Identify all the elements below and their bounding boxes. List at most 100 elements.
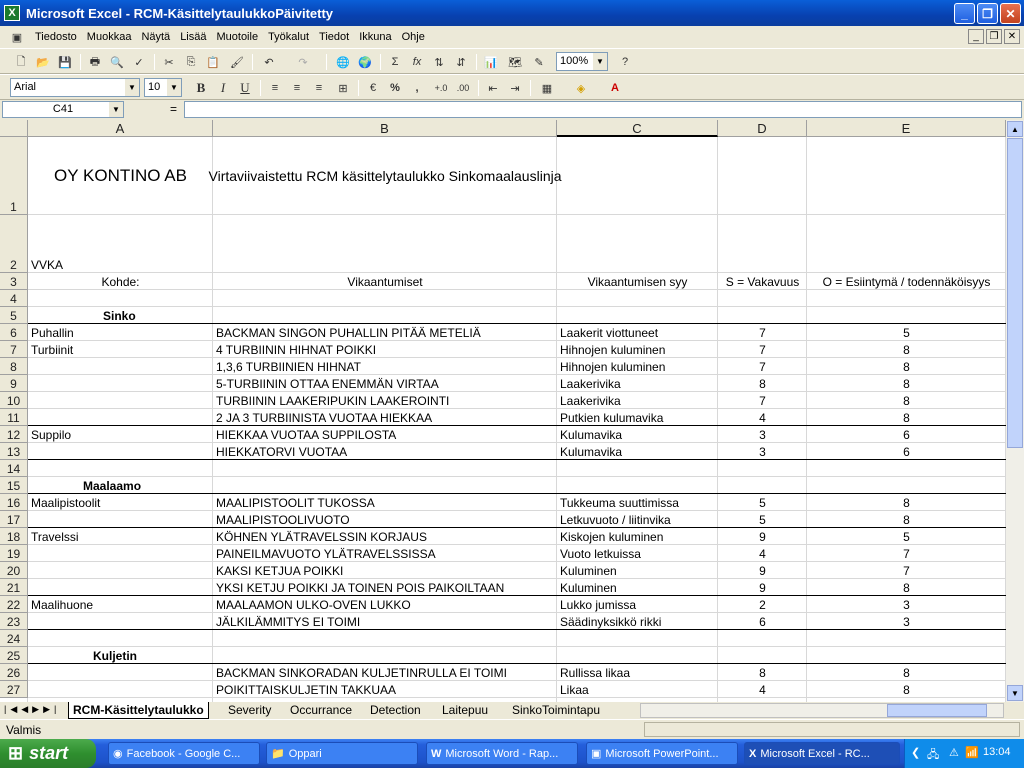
cell-e1[interactable] (807, 137, 1006, 214)
decrease-indent-icon[interactable]: ⇤ (484, 79, 502, 97)
borders-icon[interactable]: ▦ (538, 79, 556, 97)
cell-a17[interactable] (28, 511, 213, 527)
cell-e21[interactable]: 8 (807, 579, 1006, 595)
taskbar-item-powerpoint[interactable]: ▣ Microsoft PowerPoint... (586, 742, 738, 765)
cell-b4[interactable] (213, 290, 557, 306)
font-color-icon[interactable]: A (606, 79, 624, 97)
underline-button[interactable]: U (236, 79, 254, 97)
cell-c23[interactable]: Säädinyksikkö rikki (557, 613, 718, 629)
tab-laitepuu[interactable]: Laitepuu (438, 702, 492, 719)
row-header[interactable]: 4 (0, 290, 28, 307)
cell-d12[interactable]: 3 (718, 426, 807, 442)
doc-minimize-button[interactable]: _ (968, 29, 984, 44)
cell-e25[interactable] (807, 647, 1006, 663)
print-icon[interactable]: 🖶 (86, 53, 104, 71)
merge-center-icon[interactable]: ⊞ (334, 79, 352, 97)
currency-icon[interactable]: € (364, 79, 382, 97)
cell-c15[interactable] (557, 477, 718, 493)
cell-b3[interactable]: Vikaantumiset (213, 273, 557, 289)
vertical-scrollbar[interactable]: ▲ ▼ (1006, 120, 1024, 702)
cell-d18[interactable]: 9 (718, 528, 807, 544)
row-header[interactable]: 21 (0, 579, 28, 596)
cell-d7[interactable]: 7 (718, 341, 807, 357)
cell-a9[interactable] (28, 375, 213, 391)
scroll-down-icon[interactable]: ▼ (1007, 685, 1023, 701)
row-header[interactable]: 1 (0, 137, 28, 215)
row-header[interactable]: 22 (0, 596, 28, 613)
cell-d4[interactable] (718, 290, 807, 306)
tab-scroll-arrows-icon[interactable]: |◀◀▶▶| (4, 704, 60, 715)
select-all-corner[interactable] (0, 120, 28, 137)
cell-b23[interactable]: JÄLKILÄMMITYS EI TOIMI (213, 613, 557, 629)
cell-a1[interactable]: OY KONTINO AB (28, 137, 213, 214)
column-header-d[interactable]: D (718, 120, 807, 137)
name-box[interactable]: C41 ▼ (2, 101, 124, 118)
cell-c22[interactable]: Lukko jumissa (557, 596, 718, 612)
row-header[interactable]: 13 (0, 443, 28, 460)
row-header[interactable]: 3 (0, 273, 28, 290)
column-header-a[interactable]: A (28, 120, 213, 137)
cell-e9[interactable]: 8 (807, 375, 1006, 391)
column-header-e[interactable]: E (807, 120, 1006, 137)
chevron-down-icon[interactable]: ▼ (109, 102, 123, 117)
row-header[interactable]: 12 (0, 426, 28, 443)
row-header[interactable]: 6 (0, 324, 28, 341)
cell-a5[interactable]: Sinko (28, 307, 213, 323)
row-header[interactable]: 19 (0, 545, 28, 562)
cell-d20[interactable]: 9 (718, 562, 807, 578)
cell-b24[interactable] (213, 630, 557, 646)
cell-d26[interactable]: 8 (718, 664, 807, 680)
increase-decimal-icon[interactable]: +.0 (432, 79, 450, 97)
save-icon[interactable]: 💾 (56, 53, 74, 71)
row-header[interactable]: 23 (0, 613, 28, 630)
horizontal-scrollbar[interactable] (640, 703, 1004, 718)
cell-b17[interactable]: MAALIPISTOOLIVUOTO (213, 511, 557, 527)
menu-tyokalut[interactable]: Työkalut (263, 31, 314, 43)
document-icon[interactable]: ▣ (8, 28, 26, 46)
cell-a15[interactable]: Maalaamo (28, 477, 213, 493)
cell-a16[interactable]: Maalipistoolit (28, 494, 213, 510)
cell-d1[interactable] (718, 137, 807, 214)
window-titlebar[interactable]: X Microsoft Excel - RCM-Käsittelytaulukk… (0, 0, 1024, 26)
row-header[interactable]: 14 (0, 460, 28, 477)
cell-d27[interactable]: 4 (718, 681, 807, 697)
row-header[interactable]: 11 (0, 409, 28, 426)
font-select[interactable]: Arial ▼ (10, 78, 140, 97)
cell-c12[interactable]: Kulumavika (557, 426, 718, 442)
cell-e11[interactable]: 8 (807, 409, 1006, 425)
cell-e2[interactable] (807, 215, 1006, 272)
cell-d19[interactable]: 4 (718, 545, 807, 561)
cell-b27[interactable]: POIKITTAISKULJETIN TAKKUAA (213, 681, 557, 697)
cell-c17[interactable]: Letkuvuoto / liitinvika (557, 511, 718, 527)
cell-b16[interactable]: MAALIPISTOOLIT TUKOSSA (213, 494, 557, 510)
cell-d15[interactable] (718, 477, 807, 493)
cell-c24[interactable] (557, 630, 718, 646)
tray-arrow-icon[interactable]: ❮ (911, 746, 920, 759)
tab-sinkotoimintapu[interactable]: SinkoToimintapu (508, 702, 604, 719)
cell-d14[interactable] (718, 460, 807, 476)
cell-a21[interactable] (28, 579, 213, 595)
cell-c10[interactable]: Laakerivika (557, 392, 718, 408)
cell-b19[interactable]: PAINEILMAVUOTO YLÄTRAVELSSISSA (213, 545, 557, 561)
cell-e19[interactable]: 7 (807, 545, 1006, 561)
chevron-down-icon[interactable]: ▼ (125, 79, 139, 96)
cell-e24[interactable] (807, 630, 1006, 646)
sort-ascending-icon[interactable]: ⇅ (430, 53, 448, 71)
cell-b22[interactable]: MAALAAMON ULKO-OVEN LUKKO (213, 596, 557, 612)
increase-indent-icon[interactable]: ⇥ (506, 79, 524, 97)
cell-e14[interactable] (807, 460, 1006, 476)
row-header[interactable]: 2 (0, 215, 28, 273)
percent-icon[interactable]: % (386, 79, 404, 97)
taskbar-item-chrome[interactable]: ◉ Facebook - Google C... (108, 742, 260, 765)
align-center-icon[interactable]: ≡ (288, 79, 306, 97)
print-preview-icon[interactable]: 🔍 (108, 53, 126, 71)
cell-b1[interactable]: Virtaviivaistettu RCM käsittelytaulukko … (209, 137, 562, 214)
cell-b15[interactable] (213, 477, 557, 493)
undo-icon[interactable]: ↶ (260, 53, 278, 71)
row-header[interactable]: 8 (0, 358, 28, 375)
comma-style-icon[interactable]: , (408, 79, 426, 97)
copy-icon[interactable]: ⎘ (182, 53, 200, 71)
cell-c7[interactable]: Hihnojen kuluminen (557, 341, 718, 357)
cell-d21[interactable]: 9 (718, 579, 807, 595)
hscroll-thumb[interactable] (887, 704, 987, 717)
